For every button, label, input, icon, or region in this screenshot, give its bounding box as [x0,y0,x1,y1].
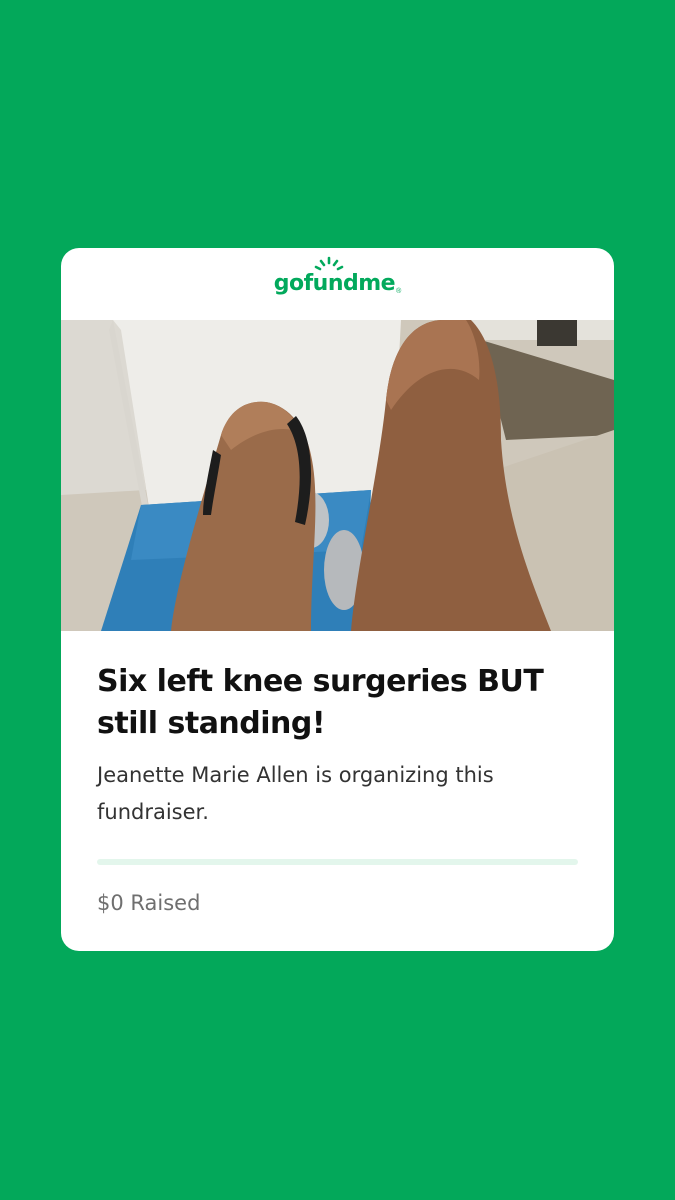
logo-wordmark: gofundme [273,271,396,296]
card-body: Six left knee surgeries BUT still standi… [61,631,614,915]
gofundme-logo: gofundme ® [273,256,402,296]
sun-rays-icon [314,256,344,271]
registered-mark: ® [396,288,402,295]
campaign-title[interactable]: Six left knee surgeries BUT still standi… [97,661,578,745]
campaign-photo-image: knees [61,320,614,631]
amount-raised: $0 Raised [97,891,201,915]
organizer-text: Jeanette Marie Allen is organizing this … [97,763,494,824]
card-header: gofundme ® [61,248,614,320]
progress-bar [97,859,578,865]
campaign-photo[interactable]: knees [61,320,614,631]
fundraiser-card[interactable]: gofundme ® knees [61,248,614,951]
